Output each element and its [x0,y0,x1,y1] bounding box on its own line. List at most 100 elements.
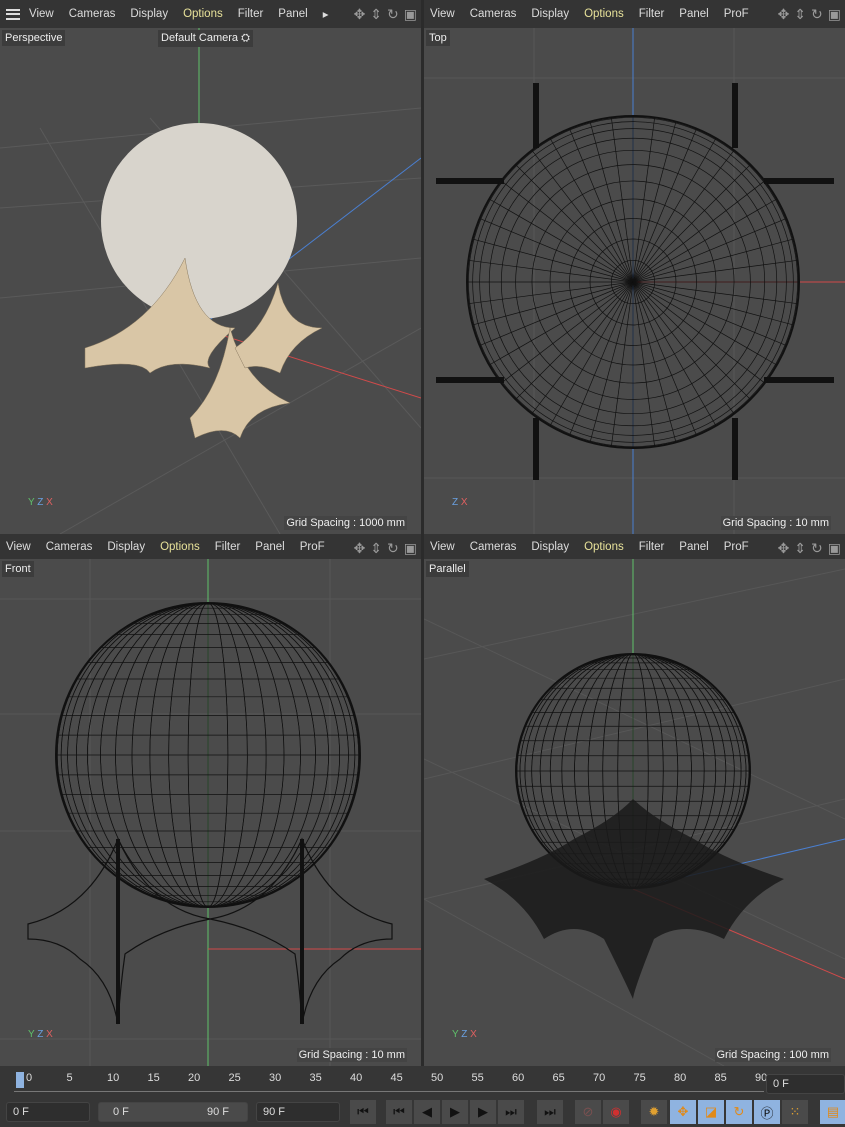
menu-display[interactable]: Display [130,8,168,20]
play-icon[interactable]: ▶ [442,1100,468,1124]
timeline-tick-label: 75 [633,1072,646,1084]
wireframe-sphere [55,602,361,908]
position-key-icon[interactable]: ✥ [670,1100,696,1124]
menu-filter[interactable]: Filter [639,541,665,553]
move-view-icon[interactable]: ✥ [778,540,790,557]
menu-panel[interactable]: Panel [679,541,708,553]
previous-frame-icon[interactable]: ◀ [414,1100,440,1124]
axis-z-label: Z [452,497,459,508]
rotate-view-icon[interactable]: ↻ [387,6,399,23]
viewport-label[interactable]: Perspective [2,30,66,46]
menu-view[interactable]: View [6,541,31,553]
menu-view[interactable]: View [430,8,455,20]
timeline-tick-label: 65 [552,1072,565,1084]
next-key-icon[interactable]: ⏭ [498,1100,524,1124]
end-frame-field[interactable]: 90 F [256,1102,340,1122]
maximize-view-icon[interactable]: ▣ [828,6,841,23]
menu-display[interactable]: Display [107,541,145,553]
go-to-start-icon[interactable]: ⏮ [350,1100,376,1124]
sphere [101,123,297,319]
viewport-label[interactable]: Top [426,30,450,46]
maximize-view-icon[interactable]: ▣ [404,540,417,557]
menu-filter[interactable]: Filter [215,541,241,553]
menu-display[interactable]: Display [531,8,569,20]
rotate-view-icon[interactable]: ↻ [811,540,823,557]
menu-view[interactable]: View [29,8,54,20]
wire-line [610,117,634,283]
wire-line [468,281,634,305]
menu-cameras[interactable]: Cameras [470,541,517,553]
keyframe-settings-icon[interactable]: ✹ [641,1100,667,1124]
menu-options[interactable]: Options [584,8,624,20]
menu-prof[interactable]: ProF [724,8,749,20]
rotate-view-icon[interactable]: ↻ [811,6,823,23]
timeline-tick-label: 30 [269,1072,282,1084]
playhead[interactable] [16,1072,24,1088]
menu-cameras[interactable]: Cameras [69,8,116,20]
menu-panel[interactable]: Panel [278,8,307,20]
axis-x-label: X [46,497,53,508]
maximize-view-icon[interactable]: ▣ [404,6,417,23]
zoom-view-icon[interactable]: ⇕ [794,540,806,557]
viewport-label[interactable]: Parallel [426,561,469,577]
timeline-ruler[interactable]: 0 5 10 15 20 25 30 35 40 45 50 55 60 65 70 75 80 85 90 [14,1070,767,1092]
scene-front [0,559,421,1066]
menu-filter[interactable]: Filter [639,8,665,20]
current-frame-field[interactable]: 0 F [766,1074,845,1094]
go-to-end-icon[interactable]: ⏭ [537,1100,563,1124]
parameter-key-icon[interactable]: Ⓟ [754,1100,780,1124]
record-disabled-icon[interactable]: ⊘ [575,1100,601,1124]
menu-filter[interactable]: Filter [238,8,264,20]
menu-prof[interactable]: ProF [724,541,749,553]
wire-line [632,259,798,283]
hamburger-menu-icon[interactable] [6,8,20,20]
viewport-top[interactable]: Top Z X Grid Spacing : 10 mm [424,28,845,534]
viewport-label[interactable]: Front [2,561,34,577]
move-view-icon[interactable]: ✥ [354,6,366,23]
axis-gizmo: Y Z X [28,1029,53,1040]
move-view-icon[interactable]: ✥ [354,540,366,557]
zoom-view-icon[interactable]: ⇕ [370,6,382,23]
wire-line [632,281,787,346]
wire-line [589,121,634,283]
viewport-parallel[interactable]: Parallel Y Z X Grid Spacing : 100 mm [424,559,845,1066]
camera-label[interactable]: Default Camera ⛭ [158,30,253,47]
more-menu-arrow-icon[interactable]: ▸ [323,7,329,21]
menu-display[interactable]: Display [531,541,569,553]
menu-options[interactable]: Options [183,8,223,20]
tent-wireframe [484,799,784,999]
wire-line [632,281,677,443]
timeline-tick-label: 50 [431,1072,444,1084]
menu-panel[interactable]: Panel [679,8,708,20]
rotate-view-icon[interactable]: ↻ [387,540,399,557]
menu-panel[interactable]: Panel [255,541,284,553]
start-frame-field[interactable]: 0 F [6,1102,90,1122]
tent-wireframe [27,837,393,1025]
autokey-icon[interactable]: ◉ [603,1100,629,1124]
menu-cameras[interactable]: Cameras [470,8,517,20]
maximize-view-icon[interactable]: ▣ [828,540,841,557]
zoom-view-icon[interactable]: ⇕ [370,540,382,557]
menu-view[interactable]: View [430,541,455,553]
next-frame-icon[interactable]: ▶ [470,1100,496,1124]
menubar-top: View Cameras Display Options Filter Pane… [424,0,845,28]
menu-cameras[interactable]: Cameras [46,541,93,553]
previous-key-icon[interactable]: ⏮ [386,1100,412,1124]
timeline-tick-label: 70 [593,1072,606,1084]
zoom-view-icon[interactable]: ⇕ [794,6,806,23]
move-view-icon[interactable]: ✥ [778,6,790,23]
menu-options[interactable]: Options [584,541,624,553]
point-level-key-icon[interactable]: ⁙ [782,1100,808,1124]
scene-parallel [424,559,845,1066]
menu-prof[interactable]: ProF [300,541,325,553]
rotation-key-icon[interactable]: ↻ [726,1100,752,1124]
timeline-window-icon[interactable]: ▤ [820,1100,845,1124]
scale-key-icon[interactable]: ◪ [698,1100,724,1124]
viewport-perspective[interactable]: Perspective Default Camera ⛭ Y Z X Grid … [0,28,421,534]
viewport-front[interactable]: Front Y Z X Grid Spacing : 10 mm [0,559,421,1066]
axis-y-label: Y [28,497,35,508]
menu-options[interactable]: Options [160,541,200,553]
timeline-tick-label: 25 [228,1072,241,1084]
menubar-perspective: View Cameras Display Options Filter Pane… [0,0,421,28]
range-slider[interactable]: 0 F 90 F [98,1102,248,1122]
